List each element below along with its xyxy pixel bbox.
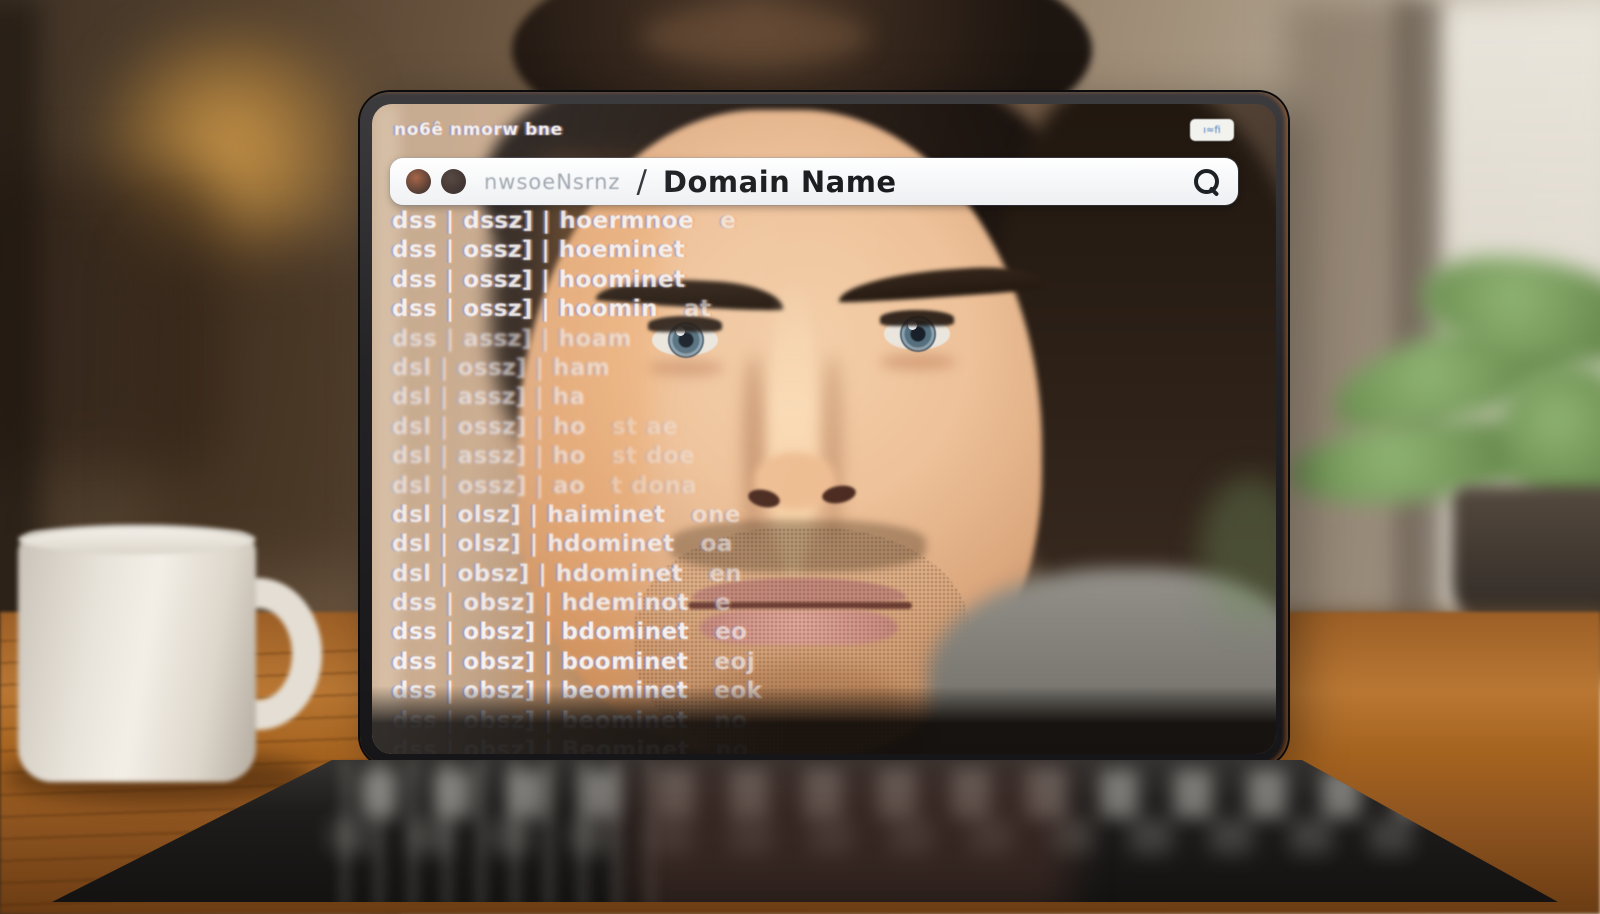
person-hair-highlight xyxy=(640,6,870,66)
laptop: no6ê nmorw bne ı≈ﬁ nwsoeNsrnz / Domain N… xyxy=(360,92,1288,766)
coffee-mug-rim xyxy=(18,524,256,554)
scene: no6ê nmorw bne ı≈ﬁ nwsoeNsrnz / Domain N… xyxy=(0,0,1600,914)
coffee-mug xyxy=(18,532,256,782)
laptop-screen: no6ê nmorw bne ı≈ﬁ nwsoeNsrnz / Domain N… xyxy=(372,104,1276,754)
background-shelf xyxy=(150,240,370,570)
screen-glass-reflection xyxy=(372,104,1276,754)
person-reflection xyxy=(630,760,1070,910)
